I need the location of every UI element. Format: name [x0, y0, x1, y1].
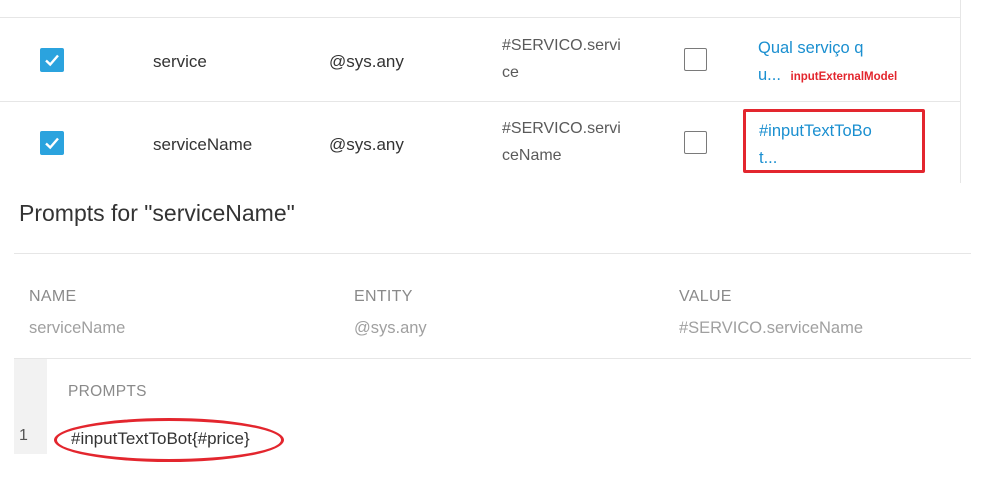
- param-entity: @sys.any: [354, 319, 427, 337]
- parameter-entity: @sys.any: [329, 52, 404, 71]
- panel-divider: [14, 358, 971, 359]
- annotation-label: inputExternalModel: [790, 71, 898, 83]
- checkmark-icon: [45, 54, 59, 67]
- checkmark-icon: [45, 137, 59, 150]
- highlight-rectangle: [743, 109, 925, 173]
- entity-column-header: ENTITY: [354, 288, 413, 305]
- prompt-index: 1: [19, 427, 28, 444]
- value-column-header: VALUE: [679, 288, 732, 305]
- parameter-entity: @sys.any: [329, 135, 404, 154]
- page-title: Prompts for "serviceName": [19, 200, 295, 226]
- parameter-name: serviceName: [153, 135, 253, 154]
- prompts-column-header: PROMPTS: [68, 383, 147, 400]
- value-line: ce: [502, 64, 519, 81]
- panel-divider: [14, 253, 971, 254]
- param-value: #SERVICO.serviceName: [679, 319, 864, 337]
- parameter-value: #SERVICO.servi ce: [502, 32, 632, 86]
- value-line: ceName: [502, 147, 562, 164]
- value-line: #SERVICO.servi: [502, 120, 621, 137]
- is-list-checkbox[interactable]: [684, 131, 707, 154]
- required-checkbox[interactable]: [40, 48, 64, 72]
- prompt-line: u...: [758, 66, 781, 84]
- table-divider: [0, 101, 960, 102]
- parameter-name: service: [153, 52, 207, 71]
- prompt-link[interactable]: Qual serviço q u... inputExternalModel: [758, 35, 897, 91]
- value-line: #SERVICO.servi: [502, 37, 621, 54]
- name-column-header: NAME: [29, 288, 77, 305]
- is-list-checkbox[interactable]: [684, 48, 707, 71]
- param-name: serviceName: [29, 319, 126, 337]
- table-divider: [0, 17, 960, 18]
- parameter-value: #SERVICO.servi ceName: [502, 115, 632, 169]
- prompt-line: Qual serviço q: [758, 39, 864, 57]
- table-edge: [960, 0, 961, 183]
- required-checkbox[interactable]: [40, 131, 64, 155]
- highlight-ellipse: [54, 418, 284, 462]
